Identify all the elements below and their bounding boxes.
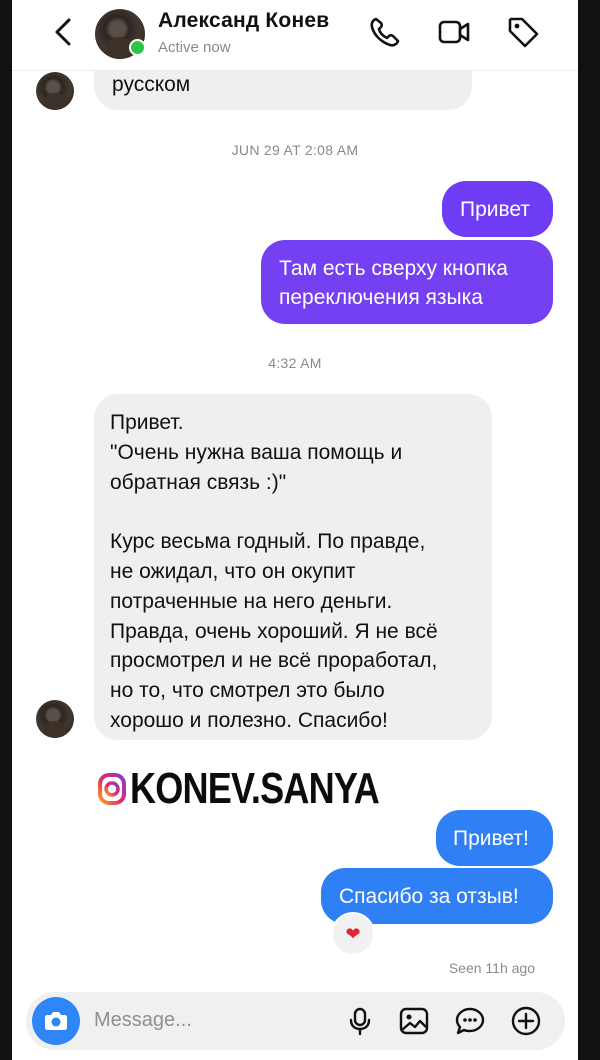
message-text: Привет! xyxy=(453,827,529,850)
microphone-icon[interactable] xyxy=(344,1005,376,1037)
message-input[interactable]: Message... xyxy=(94,1009,192,1032)
outgoing-message[interactable]: Там есть сверху кнопка переключения язык… xyxy=(261,240,553,324)
timestamp-divider: 4:32 AM xyxy=(268,355,322,371)
message-text-line: хорошо и полезно. Спасибо! xyxy=(110,708,388,732)
message-text: Привет xyxy=(460,198,531,221)
message-text-line: "Очень нужна ваша помощь и xyxy=(110,440,403,464)
camera-icon xyxy=(45,1012,67,1030)
contact-avatar[interactable] xyxy=(36,700,74,738)
heart-icon: ❤ xyxy=(345,923,361,944)
plus-circle-icon[interactable] xyxy=(510,1005,542,1037)
chat-header: Александ Конев Active now xyxy=(12,0,578,71)
chat-bubble-icon[interactable] xyxy=(454,1005,486,1037)
message-text-line: Правда, очень хороший. Я не всё xyxy=(110,619,438,643)
video-camera-icon[interactable] xyxy=(436,14,472,50)
seen-status: Seen 11h ago xyxy=(448,960,535,976)
outgoing-message[interactable]: Привет! xyxy=(436,810,553,866)
phone-icon[interactable] xyxy=(367,14,403,50)
heart-reaction[interactable]: ❤ xyxy=(331,912,375,956)
camera-button[interactable] xyxy=(32,997,80,1045)
contact-avatar[interactable] xyxy=(36,72,74,110)
message-text-line xyxy=(110,497,492,527)
message-text: русском xyxy=(112,73,191,96)
timestamp-divider: JUN 29 AT 2:08 AM xyxy=(231,142,359,158)
message-composer: Message... xyxy=(26,992,565,1050)
chevron-left-icon[interactable] xyxy=(44,12,84,52)
tag-icon[interactable] xyxy=(505,14,541,50)
message-text-line: просмотрел и не всё проработал, xyxy=(110,649,438,673)
message-text-line: потраченные на него деньги. xyxy=(110,589,393,613)
instagram-watermark: KONEV.SANYA xyxy=(98,764,434,814)
message-text-line: переключения языка xyxy=(279,286,483,309)
outgoing-message[interactable]: Привет xyxy=(442,181,553,237)
chat-screen: русском JUN 29 AT 2:08 AM Привет Там ест… xyxy=(12,0,578,1060)
message-text-line: Привет. xyxy=(110,411,184,434)
active-status: Active now xyxy=(158,39,231,56)
message-text-line: но то, что смотрел это было xyxy=(110,679,385,703)
message-text: Спасибо за отзыв! xyxy=(339,885,519,908)
image-icon[interactable] xyxy=(398,1005,430,1037)
contact-name[interactable]: Александ Конев xyxy=(158,9,329,33)
online-indicator xyxy=(129,39,146,56)
message-text-line: Курс весьма годный. По правде, xyxy=(110,530,426,554)
message-text-line: не ожидал, что он окупит xyxy=(110,559,356,583)
incoming-message[interactable]: Привет. "Очень нужна ваша помощь и обрат… xyxy=(94,394,492,740)
message-text-line: Там есть сверху кнопка xyxy=(279,257,508,280)
watermark-handle: KONEV.SANYA xyxy=(130,764,380,813)
instagram-logo-icon xyxy=(98,773,126,805)
message-thread[interactable]: русском JUN 29 AT 2:08 AM Привет Там ест… xyxy=(12,0,578,1060)
message-text-line: обратная связь :)" xyxy=(110,470,287,494)
